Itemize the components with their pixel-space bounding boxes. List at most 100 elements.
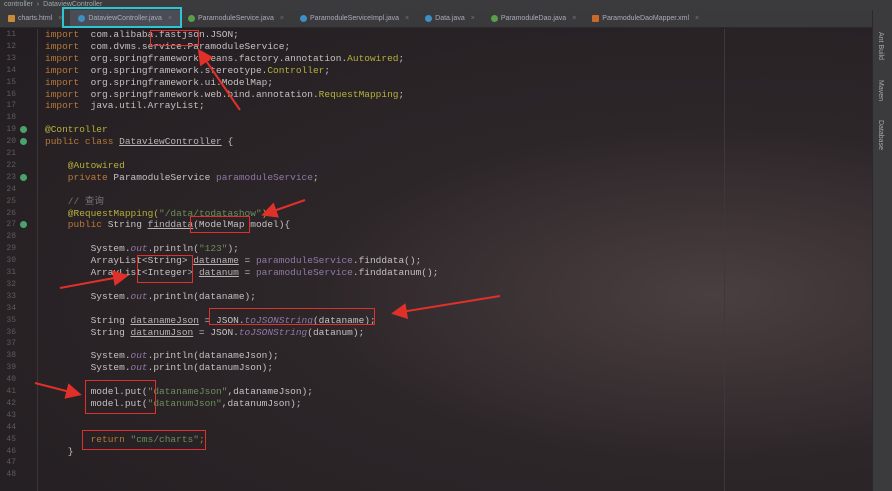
code-line[interactable]: 34	[0, 303, 860, 315]
code-token: "datanameJson"	[147, 386, 228, 397]
code-line[interactable]: 19 @Controller	[0, 124, 860, 136]
line-number: 36	[6, 327, 16, 337]
code-token: import	[45, 64, 80, 76]
line-number: 43	[6, 410, 16, 420]
highlight-return	[82, 430, 206, 450]
code-token: System.	[45, 243, 131, 255]
code-line[interactable]: 30 ArrayList<String> dataname = paramodu…	[0, 255, 860, 267]
code-line[interactable]: 36 String datanumJson = JSON.toJSONStrin…	[0, 327, 860, 339]
line-number: 11	[6, 30, 16, 39]
code-token: paramoduleService	[255, 255, 353, 267]
code-line[interactable]: 15 import org.springframework.ui.ModelMap…	[0, 77, 860, 89]
close-icon[interactable]: ×	[471, 15, 475, 22]
code-line[interactable]: 21	[0, 148, 860, 160]
spring-bean-icon[interactable]	[20, 138, 27, 146]
code-token: import	[45, 76, 80, 88]
code-text: }	[45, 446, 74, 458]
code-line[interactable]: 39 System.out.println(datanumJson);	[0, 362, 860, 374]
code-line[interactable]: 28	[0, 231, 860, 243]
tab-charts-html[interactable]: charts.html ×	[0, 10, 70, 28]
line-number: 12	[6, 41, 16, 51]
spring-bean-icon[interactable]	[20, 221, 27, 229]
active-tab-highlight	[62, 7, 182, 28]
close-icon[interactable]: ×	[405, 15, 409, 22]
tab-data-java[interactable]: Data.java ×	[417, 10, 483, 28]
code-token: dataname	[193, 255, 239, 267]
code-line[interactable]: 17 import java.util.ArrayList;	[0, 100, 860, 112]
code-token: ,datanameJson);	[227, 386, 313, 397]
code-token: .println(dataname);	[147, 290, 256, 302]
code-line[interactable]: 37	[0, 338, 860, 350]
code-token: datanum	[198, 267, 239, 278]
code-token: ;	[324, 64, 331, 76]
code-token: .println(datanameJson);	[147, 350, 279, 362]
tab-paramoduleservice-java[interactable]: ParamoduleService.java ×	[180, 10, 292, 28]
line-number: 18	[6, 113, 16, 123]
code-line[interactable]: 22 @Autowired	[0, 160, 860, 172]
line-number: 37	[6, 339, 16, 349]
code-line[interactable]: 13 import org.springframework.beans.facto…	[0, 53, 860, 65]
code-line[interactable]: 23 private ParamoduleService paramoduleS…	[0, 172, 860, 184]
code-token: datanumJson	[130, 326, 194, 338]
code-token: finddata	[147, 219, 194, 231]
code-line[interactable]: 32	[0, 279, 860, 291]
line-number: 46	[6, 446, 16, 456]
code-line[interactable]: 31 ArrayList<Integer> datanum = paramodu…	[0, 267, 860, 279]
close-icon[interactable]: ×	[280, 15, 284, 22]
line-number: 35	[6, 315, 16, 325]
close-icon[interactable]: ×	[695, 15, 699, 22]
code-line[interactable]: 11 import com.alibaba.fastjson.JSON;	[0, 29, 860, 41]
code-token: java.util.ArrayList;	[79, 100, 205, 112]
code-line[interactable]: 20 public class DataviewController {	[0, 136, 860, 148]
tab-label: Data.java	[435, 15, 465, 22]
tab-paramoduledaomapper-xml[interactable]: ParamoduleDaoMapper.xml ×	[584, 10, 707, 28]
code-line[interactable]: 25 // 查询	[0, 196, 860, 208]
code-line[interactable]: 48	[0, 469, 860, 481]
database-tool[interactable]: Database	[877, 120, 884, 150]
breadcrumb-item[interactable]: controller	[4, 0, 33, 10]
code-token: org.springframework.beans.factory.annota…	[79, 52, 348, 64]
code-token: private	[45, 171, 108, 183]
code-token: {	[221, 136, 234, 148]
code-text: import org.springframework.beans.factory…	[45, 53, 404, 65]
line-number: 17	[6, 101, 16, 111]
right-tool-strip: Ant Build Maven Database	[872, 10, 892, 491]
code-token: System.	[45, 350, 131, 362]
spring-bean-icon[interactable]	[20, 126, 27, 134]
line-number: 33	[6, 291, 16, 301]
code-line[interactable]: 35 String datanameJson = JSON.toJSONStri…	[0, 315, 860, 327]
code-token: public class	[45, 136, 114, 148]
spring-bean-icon[interactable]	[20, 173, 27, 181]
code-token: ParamoduleService	[107, 171, 217, 183]
code-line[interactable]: 14 import org.springframework.stereotype.…	[0, 65, 860, 77]
code-line[interactable]: 33 System.out.println(dataname);	[0, 291, 860, 303]
code-token: String	[102, 219, 148, 231]
code-token: .finddata();	[352, 255, 422, 267]
code-line[interactable]: 29 System.out.println("123");	[0, 243, 860, 255]
code-text: import org.springframework.web.bind.anno…	[45, 89, 404, 101]
line-number: 39	[6, 363, 16, 373]
code-text: @Autowired	[45, 160, 125, 172]
maven-tool[interactable]: Maven	[877, 80, 884, 101]
line-number: 45	[6, 434, 16, 444]
line-number: 16	[6, 89, 16, 99]
line-number: 26	[6, 208, 16, 218]
code-token: out	[130, 362, 148, 374]
ant-build-tool[interactable]: Ant Build	[877, 32, 884, 60]
code-line[interactable]: 26 @RequestMapping("/data/todatashow")	[0, 208, 860, 220]
code-line[interactable]: 16 import org.springframework.web.bind.an…	[0, 89, 860, 101]
code-line[interactable]: 24	[0, 184, 860, 196]
code-line[interactable]: 27 public String finddata(ModelMap model…	[0, 219, 860, 231]
code-line[interactable]: 18	[0, 112, 860, 124]
line-number: 22	[6, 160, 16, 170]
highlight-generics	[137, 255, 193, 283]
line-number: 44	[6, 422, 16, 432]
code-line[interactable]: 38 System.out.println(datanameJson);	[0, 350, 860, 362]
tab-paramoduleserviceimpl-java[interactable]: ParamoduleServiceImpl.java ×	[292, 10, 417, 28]
line-number: 15	[6, 77, 16, 87]
tab-paramoduledao-java[interactable]: ParamoduleDao.java ×	[483, 10, 584, 28]
code-line[interactable]: 47	[0, 457, 860, 469]
code-line[interactable]: 12 import com.dvms.service.ParamoduleServ…	[0, 41, 860, 53]
code-token: System.	[45, 362, 131, 374]
close-icon[interactable]: ×	[572, 15, 576, 22]
